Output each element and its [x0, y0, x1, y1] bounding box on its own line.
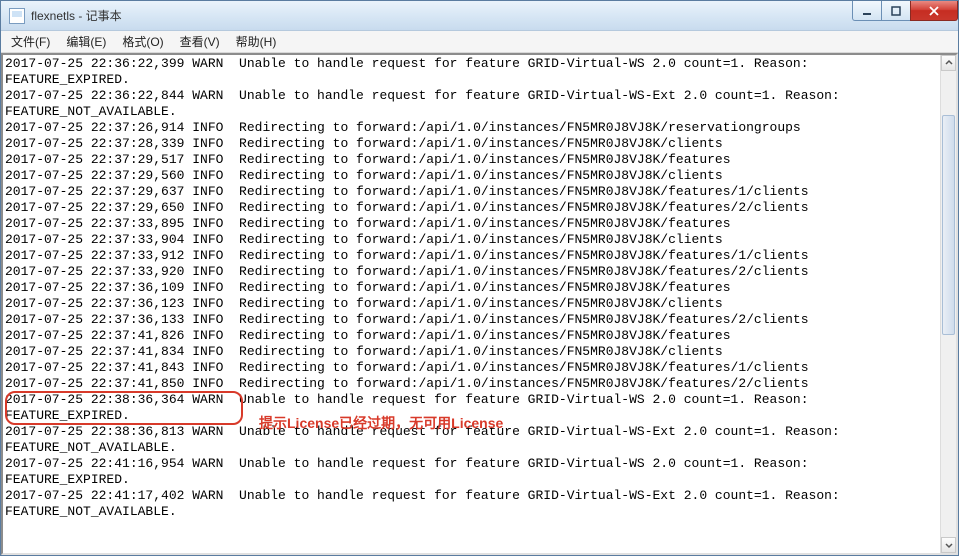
minimize-icon — [862, 6, 872, 16]
menu-help[interactable]: 帮助(H) — [228, 31, 285, 52]
maximize-button[interactable] — [881, 1, 911, 21]
window-title: flexnetls - 记事本 — [31, 7, 122, 24]
vertical-scrollbar[interactable] — [940, 55, 956, 553]
window-controls — [853, 1, 958, 21]
chevron-up-icon — [945, 59, 953, 67]
menu-edit[interactable]: 编辑(E) — [58, 31, 114, 52]
menu-view[interactable]: 查看(V) — [172, 31, 228, 52]
menu-file[interactable]: 文件(F) — [3, 31, 58, 52]
text-area[interactable]: 2017-07-25 22:36:22,399 WARN Unable to h… — [3, 55, 940, 553]
menubar: 文件(F) 编辑(E) 格式(O) 查看(V) 帮助(H) — [1, 31, 958, 53]
minimize-button[interactable] — [852, 1, 882, 21]
client-area: 2017-07-25 22:36:22,399 WARN Unable to h… — [1, 53, 958, 555]
scroll-up-button[interactable] — [941, 55, 956, 71]
notepad-window: flexnetls - 记事本 文件(F) 编辑(E) 格式(O) 查看(V) … — [0, 0, 959, 556]
scroll-down-button[interactable] — [941, 537, 956, 553]
titlebar[interactable]: flexnetls - 记事本 — [1, 1, 958, 31]
maximize-icon — [891, 6, 901, 16]
scroll-thumb[interactable] — [942, 115, 955, 335]
notepad-app-icon — [9, 8, 25, 24]
close-icon — [928, 5, 940, 17]
menu-format[interactable]: 格式(O) — [114, 31, 171, 52]
chevron-down-icon — [945, 541, 953, 549]
close-button[interactable] — [910, 1, 958, 21]
